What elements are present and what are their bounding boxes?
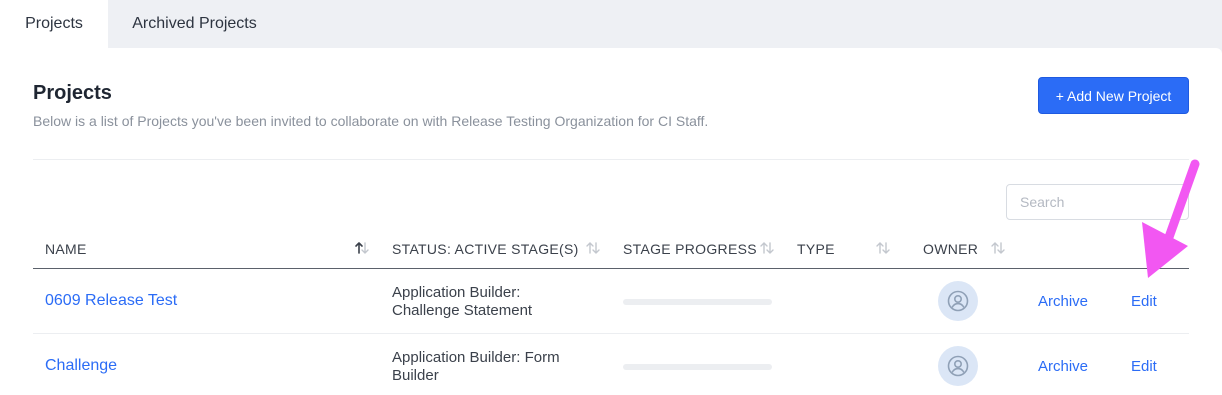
project-name-link[interactable]: 0609 Release Test [45, 292, 177, 310]
column-header-type: TYPE [797, 241, 835, 257]
tab-archived-projects[interactable]: Archived Projects [108, 0, 281, 48]
tab-projects[interactable]: Projects [0, 0, 108, 48]
project-status: Application Builder: Challenge Statement [392, 284, 533, 319]
column-header-name: NAME [45, 241, 87, 257]
stage-progress-bar [623, 364, 772, 370]
archive-link[interactable]: Archive [1038, 358, 1088, 375]
user-avatar-icon [947, 290, 969, 312]
owner-avatar [938, 346, 978, 386]
edit-link[interactable]: Edit [1131, 293, 1157, 310]
table-row: 0609 Release Test Application Builder: C… [33, 269, 1189, 334]
sort-icon[interactable] [759, 240, 775, 256]
annotation-arrow-icon [1142, 159, 1200, 278]
edit-link[interactable]: Edit [1131, 358, 1157, 375]
tab-bar: Projects Archived Projects [0, 0, 281, 48]
header-divider [33, 159, 1189, 160]
column-header-status: STATUS: ACTIVE STAGE(S) [392, 241, 579, 257]
table-row: Challenge Application Builder: Form Buil… [33, 334, 1189, 395]
column-header-owner: OWNER [923, 241, 979, 257]
sort-icon[interactable] [585, 240, 601, 256]
owner-avatar [938, 281, 978, 321]
add-new-project-button[interactable]: + Add New Project [1038, 77, 1189, 114]
page-title: Projects [33, 82, 112, 104]
archive-link[interactable]: Archive [1038, 293, 1088, 310]
stage-progress-bar [623, 299, 772, 305]
projects-panel: Projects Below is a list of Projects you… [0, 48, 1222, 395]
page-description: Below is a list of Projects you've been … [33, 113, 709, 129]
project-name-link[interactable]: Challenge [45, 357, 117, 375]
sort-ascending-icon[interactable] [354, 240, 370, 256]
column-header-stage-progress: STAGE PROGRESS [623, 241, 757, 257]
sort-icon[interactable] [875, 240, 891, 256]
project-status: Application Builder: Form Builder [392, 349, 560, 384]
sort-icon[interactable] [990, 240, 1006, 256]
table-header: NAME STATUS: ACTIVE STAGE(S) STAGE PROGR… [33, 228, 1189, 269]
user-avatar-icon [947, 355, 969, 377]
